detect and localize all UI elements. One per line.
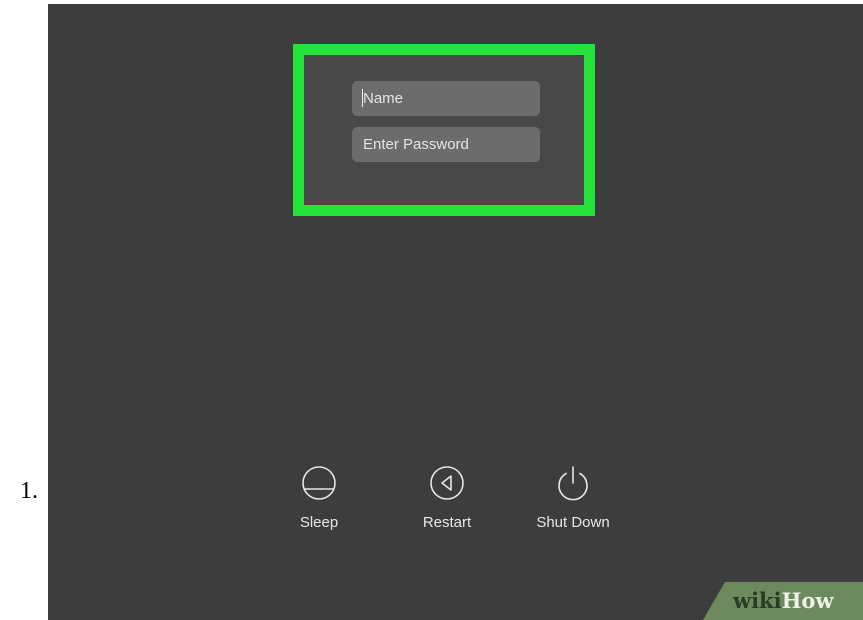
restart-label: Restart: [422, 514, 472, 531]
name-input[interactable]: [352, 81, 540, 116]
list-marker: 1.: [20, 478, 38, 504]
login-highlight-box: [293, 44, 595, 216]
wikihow-watermark: wikiHow: [703, 582, 863, 620]
power-icon: [558, 466, 588, 501]
password-input[interactable]: [352, 127, 540, 162]
sleep-icon: [302, 466, 336, 500]
watermark-part2: How: [781, 588, 834, 613]
restart-button[interactable]: Restart: [392, 464, 502, 549]
shutdown-label: Shut Down: [536, 514, 610, 531]
restart-icon: [430, 466, 464, 500]
login-screen: Sleep Restart Shut Down wikiHow: [48, 4, 863, 620]
watermark-part1: wiki: [733, 588, 782, 613]
sleep-button[interactable]: Sleep: [264, 464, 374, 549]
shutdown-button[interactable]: Shut Down: [518, 464, 628, 549]
sleep-label: Sleep: [299, 514, 339, 531]
